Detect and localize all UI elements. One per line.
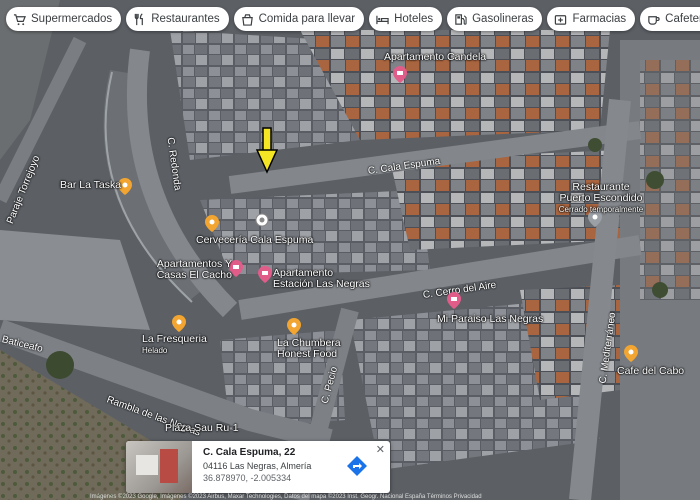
- cutlery-icon: [134, 12, 144, 25]
- lodging-pin-icon[interactable]: [258, 266, 272, 283]
- poi-apartamentos-el-cacho[interactable]: Apartamentos Y Casas El Cacho: [152, 259, 232, 281]
- place-info-card[interactable]: C. Cala Espuma, 22 04116 Las Negras, Alm…: [126, 441, 390, 493]
- icecream-pin-icon[interactable]: [172, 315, 186, 332]
- chip-label: Gasolineras: [472, 13, 534, 25]
- chip-label: Cafeterías: [665, 13, 700, 25]
- bed-icon: [376, 15, 389, 24]
- cafe-pin-icon[interactable]: [624, 345, 638, 362]
- chip-supermarkets[interactable]: Supermercados: [6, 7, 122, 31]
- chip-label: Comida para llevar: [258, 13, 356, 25]
- poi-restaurante-puerto-escondido[interactable]: Restaurante Puerto Escondido Cerrado temp…: [556, 182, 646, 215]
- chip-restaurants[interactable]: Restaurantes: [126, 7, 229, 31]
- lodging-pin-icon[interactable]: [393, 66, 407, 83]
- coffee-icon: [648, 15, 660, 25]
- lodging-pin-icon[interactable]: [447, 292, 461, 309]
- chip-label: Restaurantes: [151, 13, 220, 25]
- poi-plaza-sau[interactable]: Plaza Sau Ru-1: [165, 423, 239, 434]
- directions-icon[interactable]: [346, 455, 368, 477]
- satellite-map[interactable]: [0, 0, 700, 500]
- poi-mi-paraiso[interactable]: Mi Paraiso Las Negras: [437, 314, 543, 325]
- restaurant-pin-icon[interactable]: [205, 215, 219, 232]
- chip-label: Supermercados: [31, 13, 113, 25]
- poi-category: Helado: [142, 346, 168, 355]
- poi-la-fresqueria[interactable]: La Fresqueria Helado: [142, 334, 207, 356]
- map-attribution: Imágenes ©2023 Google, Imágenes ©2023 Ai…: [90, 494, 482, 500]
- chip-label: Hoteles: [394, 13, 434, 25]
- poi-name: La Fresqueria: [142, 333, 207, 345]
- poi-apartamento-candela[interactable]: Apartamento Candela: [384, 52, 486, 63]
- chip-takeout[interactable]: Comida para llevar: [233, 7, 365, 31]
- cart-icon: [13, 13, 26, 25]
- chip-label: Farmacias: [572, 13, 627, 25]
- place-thumbnail[interactable]: [126, 441, 192, 493]
- pharmacy-icon: [555, 14, 567, 25]
- chip-pharmacies[interactable]: Farmacias: [547, 7, 636, 31]
- poi-apartamento-estacion[interactable]: Apartamento Estación Las Negras: [273, 268, 373, 290]
- poi-cafe-del-cabo[interactable]: Cafe del Cabo: [617, 366, 684, 377]
- chip-gas-stations[interactable]: Gasolineras: [447, 7, 543, 31]
- close-icon[interactable]: ✕: [376, 443, 385, 456]
- takeout-icon: [241, 13, 253, 26]
- poi-la-chumbera[interactable]: La Chumbera Honest Food: [277, 338, 347, 360]
- chip-hotels[interactable]: Hoteles: [369, 7, 443, 31]
- poi-status: Cerrado temporalmente: [558, 205, 644, 214]
- poi-name: Restaurante Puerto Escondido: [559, 181, 643, 204]
- restaurant-pin-icon[interactable]: [287, 318, 301, 335]
- poi-cerveceria-cala-espuma[interactable]: Cervecería Cala Espuma: [196, 235, 313, 246]
- category-chip-bar: Supermercados Restaurantes Comida para l…: [6, 7, 700, 33]
- chip-cafes[interactable]: Cafeterías: [640, 7, 700, 31]
- poi-bar-la-taska[interactable]: Bar La Taska: [60, 180, 121, 191]
- fuel-icon: [455, 13, 467, 25]
